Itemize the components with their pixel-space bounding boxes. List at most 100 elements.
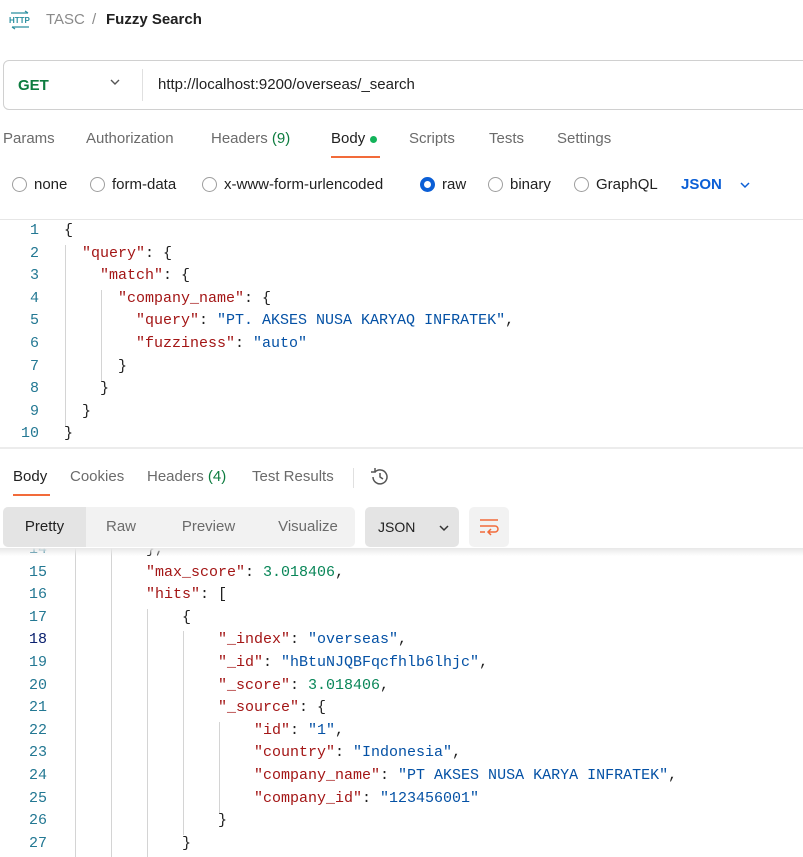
code-line: 27} bbox=[0, 834, 803, 857]
code-text: "fuzziness": "auto" bbox=[136, 335, 307, 352]
tab-label: Body bbox=[13, 468, 48, 485]
indent-guide bbox=[75, 721, 76, 745]
view-raw[interactable]: Raw bbox=[86, 507, 156, 547]
response-tab-headers[interactable]: Headers (4) bbox=[147, 468, 226, 485]
code-token: , bbox=[479, 654, 489, 671]
breadcrumb-collection[interactable]: TASC bbox=[46, 11, 85, 28]
indent-guide bbox=[111, 631, 112, 655]
indent-guide bbox=[147, 812, 148, 836]
code-token: : { bbox=[163, 267, 191, 285]
line-number: 17 bbox=[28, 608, 47, 626]
view-preview[interactable]: Preview bbox=[156, 507, 261, 547]
code-token: : bbox=[290, 721, 309, 739]
radio-graphql[interactable]: GraphQL bbox=[574, 176, 658, 193]
pane-resize-handle[interactable] bbox=[0, 447, 803, 449]
code-token: "_source" bbox=[218, 699, 300, 717]
tab-tests[interactable]: Tests bbox=[489, 130, 524, 147]
code-line: 10} bbox=[0, 425, 803, 447]
tab-scripts[interactable]: Scripts bbox=[409, 130, 455, 147]
radio-raw[interactable]: raw bbox=[420, 176, 466, 193]
response-body-viewer[interactable]: 14},15"max_score": 3.018406,16"hits": [1… bbox=[0, 548, 803, 857]
code-text: { bbox=[64, 222, 73, 239]
code-token: : [ bbox=[200, 586, 228, 604]
method-select[interactable]: GET bbox=[18, 77, 49, 94]
indent-guide bbox=[65, 244, 66, 268]
radio-label: raw bbox=[442, 176, 467, 193]
radio-none[interactable]: none bbox=[12, 176, 67, 193]
line-number: 3 bbox=[29, 267, 39, 285]
code-token: 3.018406 bbox=[308, 676, 381, 694]
url-input[interactable]: http://localhost:9200/overseas/_search bbox=[158, 76, 415, 93]
code-token: "hits" bbox=[146, 586, 201, 604]
code-token: : bbox=[199, 312, 218, 330]
code-text: } bbox=[64, 425, 73, 442]
wrap-lines-button[interactable] bbox=[469, 507, 509, 547]
tab-label: Body bbox=[331, 130, 366, 147]
code-text: "country": "Indonesia", bbox=[254, 744, 461, 761]
tab-settings[interactable]: Settings bbox=[557, 130, 611, 147]
body-format-label: JSON bbox=[681, 176, 722, 193]
tab-authorization[interactable]: Authorization bbox=[86, 130, 174, 147]
chevron-down-icon[interactable] bbox=[108, 75, 122, 89]
indent-guide bbox=[65, 335, 66, 358]
scroll-shadow bbox=[0, 548, 803, 556]
svg-text:HTTP: HTTP bbox=[9, 16, 31, 25]
response-format-select[interactable]: JSON bbox=[365, 507, 459, 547]
code-line: 2 "query": { bbox=[0, 244, 803, 268]
code-text: "query": "PT. AKSES NUSA KARYAQ INFRATEK… bbox=[136, 312, 514, 329]
request-body-editor[interactable]: 1{2 "query": {3 "match": {4 "company_name":… bbox=[0, 220, 803, 446]
response-tab-body[interactable]: Body bbox=[13, 468, 47, 485]
history-icon[interactable] bbox=[368, 466, 390, 488]
code-token: : bbox=[335, 744, 354, 762]
indent-guide bbox=[101, 289, 102, 313]
response-tab-cookies[interactable]: Cookies bbox=[70, 468, 124, 485]
code-token: "hBtuNJQBFqcfhlb6lhjc" bbox=[281, 654, 480, 671]
indent-guide bbox=[147, 767, 148, 790]
indent-guide bbox=[183, 676, 184, 700]
indent-guide bbox=[147, 789, 148, 813]
code-text: } bbox=[82, 403, 91, 420]
indent-guide bbox=[111, 834, 112, 857]
code-line: 9} bbox=[0, 402, 803, 426]
code-text: "company_id": "123456001" bbox=[254, 790, 479, 807]
tab-headers[interactable]: Headers (9) bbox=[211, 130, 290, 147]
code-line: 22 "id": "1", bbox=[0, 721, 803, 745]
code-token: , bbox=[668, 767, 678, 784]
radio-circle-icon bbox=[574, 177, 589, 192]
code-line: 8} bbox=[0, 380, 803, 404]
code-line: 24 "company_name": "PT AKSES NUSA KARYA I… bbox=[0, 767, 803, 790]
view-pretty[interactable]: Pretty bbox=[3, 507, 86, 547]
response-tab-test-results[interactable]: Test Results bbox=[252, 468, 334, 485]
request-title[interactable]: Fuzzy Search bbox=[106, 11, 202, 28]
indent-guide bbox=[183, 744, 184, 768]
code-token: "fuzziness" bbox=[136, 335, 236, 352]
code-token: { bbox=[64, 222, 74, 239]
indent-guide bbox=[219, 767, 220, 790]
radio-circle-icon bbox=[202, 177, 217, 192]
code-token: : { bbox=[244, 289, 272, 307]
line-number: 2 bbox=[29, 244, 39, 262]
code-token: "_score" bbox=[218, 676, 291, 694]
indent-guide bbox=[65, 267, 66, 291]
indent-guide bbox=[111, 608, 112, 632]
code-text: "match": { bbox=[100, 267, 190, 284]
indent-guide bbox=[111, 654, 112, 677]
tab-body[interactable]: Body bbox=[331, 130, 378, 147]
tab-params[interactable]: Params bbox=[3, 130, 55, 147]
code-token: , bbox=[335, 721, 345, 739]
body-format-select[interactable]: JSON bbox=[681, 176, 752, 193]
radio-x-www-form-urlencoded[interactable]: x-www-form-urlencoded bbox=[202, 176, 383, 193]
indent-guide bbox=[111, 789, 112, 813]
code-token: "query" bbox=[136, 312, 200, 330]
indent-guide bbox=[75, 676, 76, 700]
indent-guide bbox=[147, 631, 148, 655]
view-visualize[interactable]: Visualize bbox=[261, 507, 355, 547]
indent-guide bbox=[183, 767, 184, 790]
line-number: 26 bbox=[28, 812, 47, 830]
code-token: } bbox=[118, 357, 128, 375]
tab-label: Tests bbox=[489, 130, 525, 147]
radio-form-data[interactable]: form-data bbox=[90, 176, 176, 193]
indent-guide bbox=[75, 699, 76, 723]
radio-binary[interactable]: binary bbox=[488, 176, 551, 193]
code-token: "country" bbox=[254, 744, 336, 762]
